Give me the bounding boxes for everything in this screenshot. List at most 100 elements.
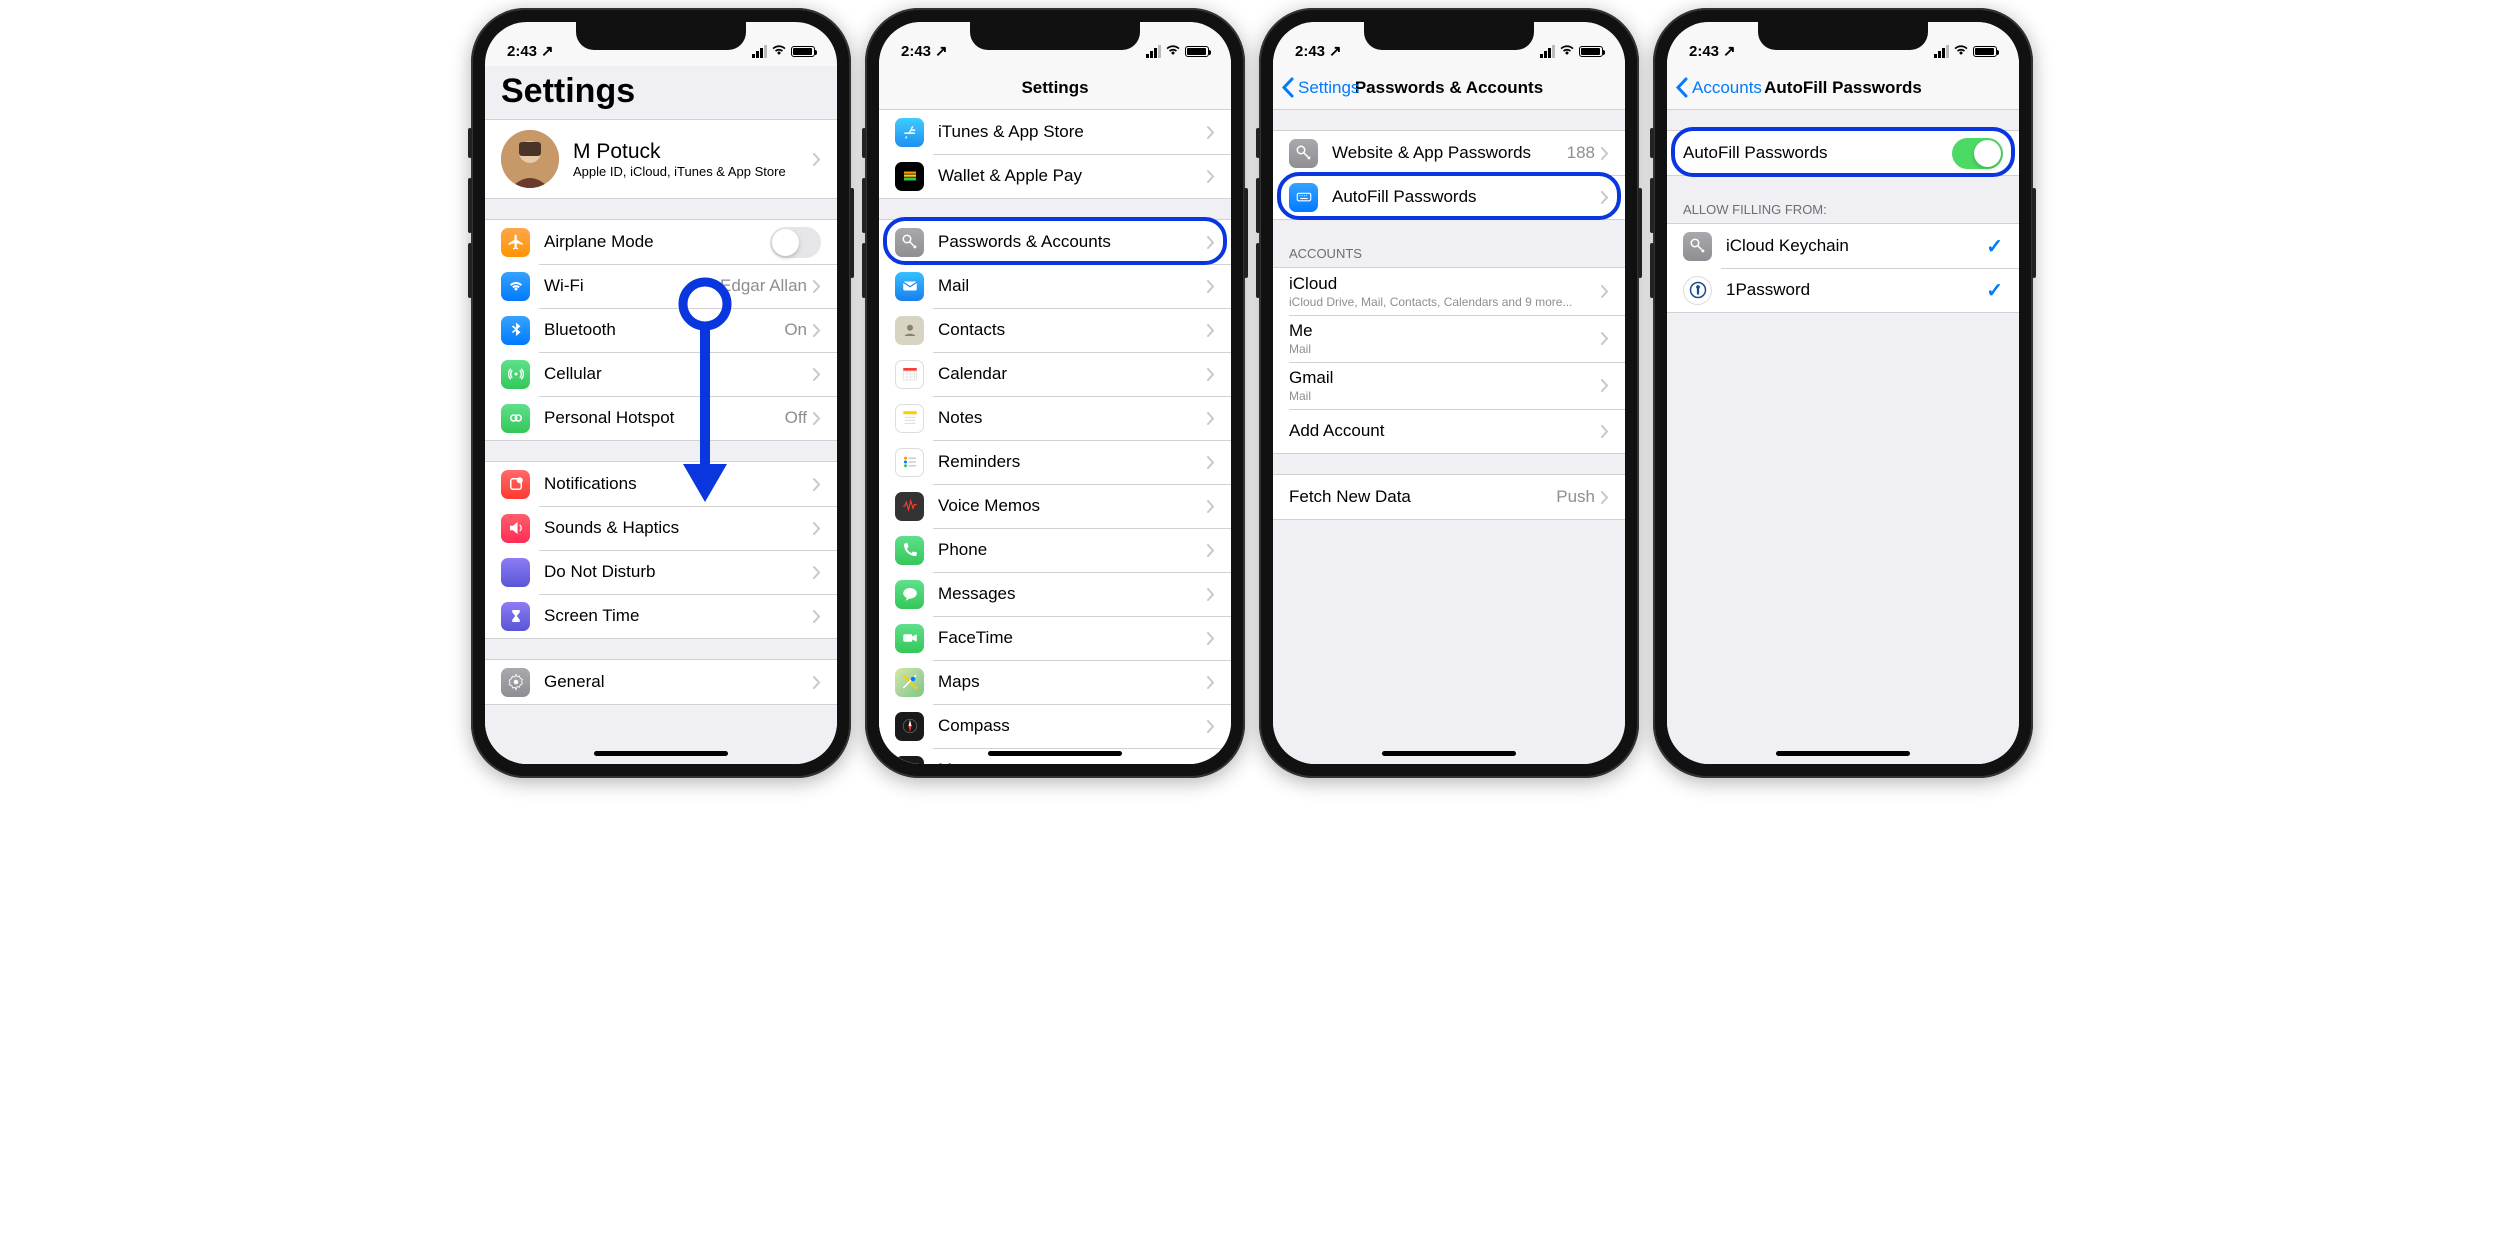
row-autofill-passwords-toggle[interactable]: AutoFill Passwords: [1667, 131, 2019, 175]
row-label: Notes: [938, 408, 1207, 428]
battery-icon: [1973, 46, 1997, 57]
row-account-me[interactable]: Me Mail: [1273, 315, 1625, 362]
nav-title: AutoFill Passwords: [1764, 78, 1922, 98]
chevron-right-icon: [813, 610, 821, 623]
row-messages[interactable]: Messages: [879, 572, 1231, 616]
gear-icon: [501, 668, 530, 697]
row-provider-icloud-keychain[interactable]: iCloud Keychain ✓: [1667, 224, 2019, 268]
back-button[interactable]: Settings: [1281, 77, 1359, 98]
wifi-icon: [501, 272, 530, 301]
row-passwords-accounts[interactable]: Passwords & Accounts: [879, 220, 1231, 264]
profile-sub: Apple ID, iCloud, iTunes & App Store: [573, 164, 813, 179]
row-cellular[interactable]: Cellular: [485, 352, 837, 396]
row-autofill-passwords[interactable]: AutoFill Passwords: [1273, 175, 1625, 219]
facetime-icon: [895, 624, 924, 653]
check-icon: ✓: [1986, 278, 2003, 303]
row-detail: Push: [1556, 487, 1595, 507]
row-general[interactable]: General: [485, 660, 837, 704]
row-provider-1password[interactable]: 1Password ✓: [1667, 268, 2019, 312]
row-mail[interactable]: Mail: [879, 264, 1231, 308]
notch: [1758, 22, 1928, 50]
location-arrow-icon: ↗: [1723, 42, 1736, 60]
row-dnd[interactable]: Do Not Disturb: [485, 550, 837, 594]
row-hotspot[interactable]: Personal Hotspot Off: [485, 396, 837, 440]
wallet-icon: [895, 162, 924, 191]
nav-title: Passwords & Accounts: [1355, 78, 1543, 98]
location-arrow-icon: ↗: [935, 42, 948, 60]
signal-icon: [1146, 45, 1161, 58]
airplane-toggle[interactable]: [770, 227, 821, 258]
signal-icon: [752, 45, 767, 58]
row-label: AutoFill Passwords: [1332, 187, 1601, 207]
battery-icon: [791, 46, 815, 57]
home-indicator[interactable]: [1776, 751, 1910, 756]
keyboard-icon: [1289, 183, 1318, 212]
chevron-right-icon: [813, 676, 821, 689]
row-notes[interactable]: Notes: [879, 396, 1231, 440]
maps-icon: [895, 668, 924, 697]
chevron-right-icon: [1207, 544, 1215, 557]
row-label: General: [544, 672, 813, 692]
chevron-right-icon: [1601, 147, 1609, 160]
home-indicator[interactable]: [594, 751, 728, 756]
chevron-right-icon: [1601, 379, 1609, 392]
row-notifications[interactable]: Notifications: [485, 462, 837, 506]
row-label: Fetch New Data: [1289, 487, 1556, 507]
row-bluetooth[interactable]: Bluetooth On: [485, 308, 837, 352]
row-account-icloud[interactable]: iCloud iCloud Drive, Mail, Contacts, Cal…: [1273, 268, 1625, 315]
key-icon: [1683, 232, 1712, 261]
row-maps[interactable]: Maps: [879, 660, 1231, 704]
chevron-right-icon: [1207, 456, 1215, 469]
row-sub: iCloud Drive, Mail, Contacts, Calendars …: [1289, 295, 1601, 309]
chevron-right-icon: [813, 368, 821, 381]
row-voice-memos[interactable]: Voice Memos: [879, 484, 1231, 528]
row-wallet[interactable]: Wallet & Apple Pay: [879, 154, 1231, 198]
chevron-right-icon: [1601, 332, 1609, 345]
row-add-account[interactable]: Add Account: [1273, 409, 1625, 453]
row-label: Calendar: [938, 364, 1207, 384]
status-time: 2:43: [901, 43, 931, 60]
row-wifi[interactable]: Wi-Fi Edgar Allan: [485, 264, 837, 308]
row-label: Add Account: [1289, 421, 1601, 441]
row-label: Do Not Disturb: [544, 562, 813, 582]
chevron-right-icon: [813, 522, 821, 535]
battery-icon: [1185, 46, 1209, 57]
row-phone[interactable]: Phone: [879, 528, 1231, 572]
back-button[interactable]: Accounts: [1675, 77, 1762, 98]
profile-row[interactable]: M Potuck Apple ID, iCloud, iTunes & App …: [485, 120, 837, 198]
row-compass[interactable]: Compass: [879, 704, 1231, 748]
chevron-right-icon: [1207, 412, 1215, 425]
row-label: 1Password: [1726, 280, 1986, 300]
appstore-icon: [895, 118, 924, 147]
row-sounds[interactable]: Sounds & Haptics: [485, 506, 837, 550]
back-label: Settings: [1298, 78, 1359, 98]
navbar: Settings Passwords & Accounts: [1273, 66, 1625, 110]
section-header-accounts: ACCOUNTS: [1273, 240, 1625, 267]
check-icon: ✓: [1986, 234, 2003, 259]
row-reminders[interactable]: Reminders: [879, 440, 1231, 484]
hotspot-icon: [501, 404, 530, 433]
row-contacts[interactable]: Contacts: [879, 308, 1231, 352]
row-fetch-new-data[interactable]: Fetch New Data Push: [1273, 475, 1625, 519]
chevron-right-icon: [1207, 676, 1215, 689]
row-screentime[interactable]: Screen Time: [485, 594, 837, 638]
home-indicator[interactable]: [988, 751, 1122, 756]
contacts-icon: [895, 316, 924, 345]
row-airplane-mode[interactable]: Airplane Mode: [485, 220, 837, 264]
row-label: Contacts: [938, 320, 1207, 340]
row-itunes-appstore[interactable]: iTunes & App Store: [879, 110, 1231, 154]
row-label: Phone: [938, 540, 1207, 560]
home-indicator[interactable]: [1382, 751, 1516, 756]
autofill-passwords-toggle[interactable]: [1952, 138, 2003, 169]
row-label: Notifications: [544, 474, 813, 494]
phone-frame-2: 2:43↗ Settings iTunes & App Store Wallet…: [865, 8, 1245, 778]
row-label: Screen Time: [544, 606, 813, 626]
row-calendar[interactable]: Calendar: [879, 352, 1231, 396]
row-facetime[interactable]: FaceTime: [879, 616, 1231, 660]
row-account-gmail[interactable]: Gmail Mail: [1273, 362, 1625, 409]
row-website-app-passwords[interactable]: Website & App Passwords 188: [1273, 131, 1625, 175]
notifications-icon: [501, 470, 530, 499]
phone-frame-4: 2:43↗ Accounts AutoFill Passwords AutoFi…: [1653, 8, 2033, 778]
row-label: Airplane Mode: [544, 232, 770, 252]
dnd-icon: [501, 558, 530, 587]
